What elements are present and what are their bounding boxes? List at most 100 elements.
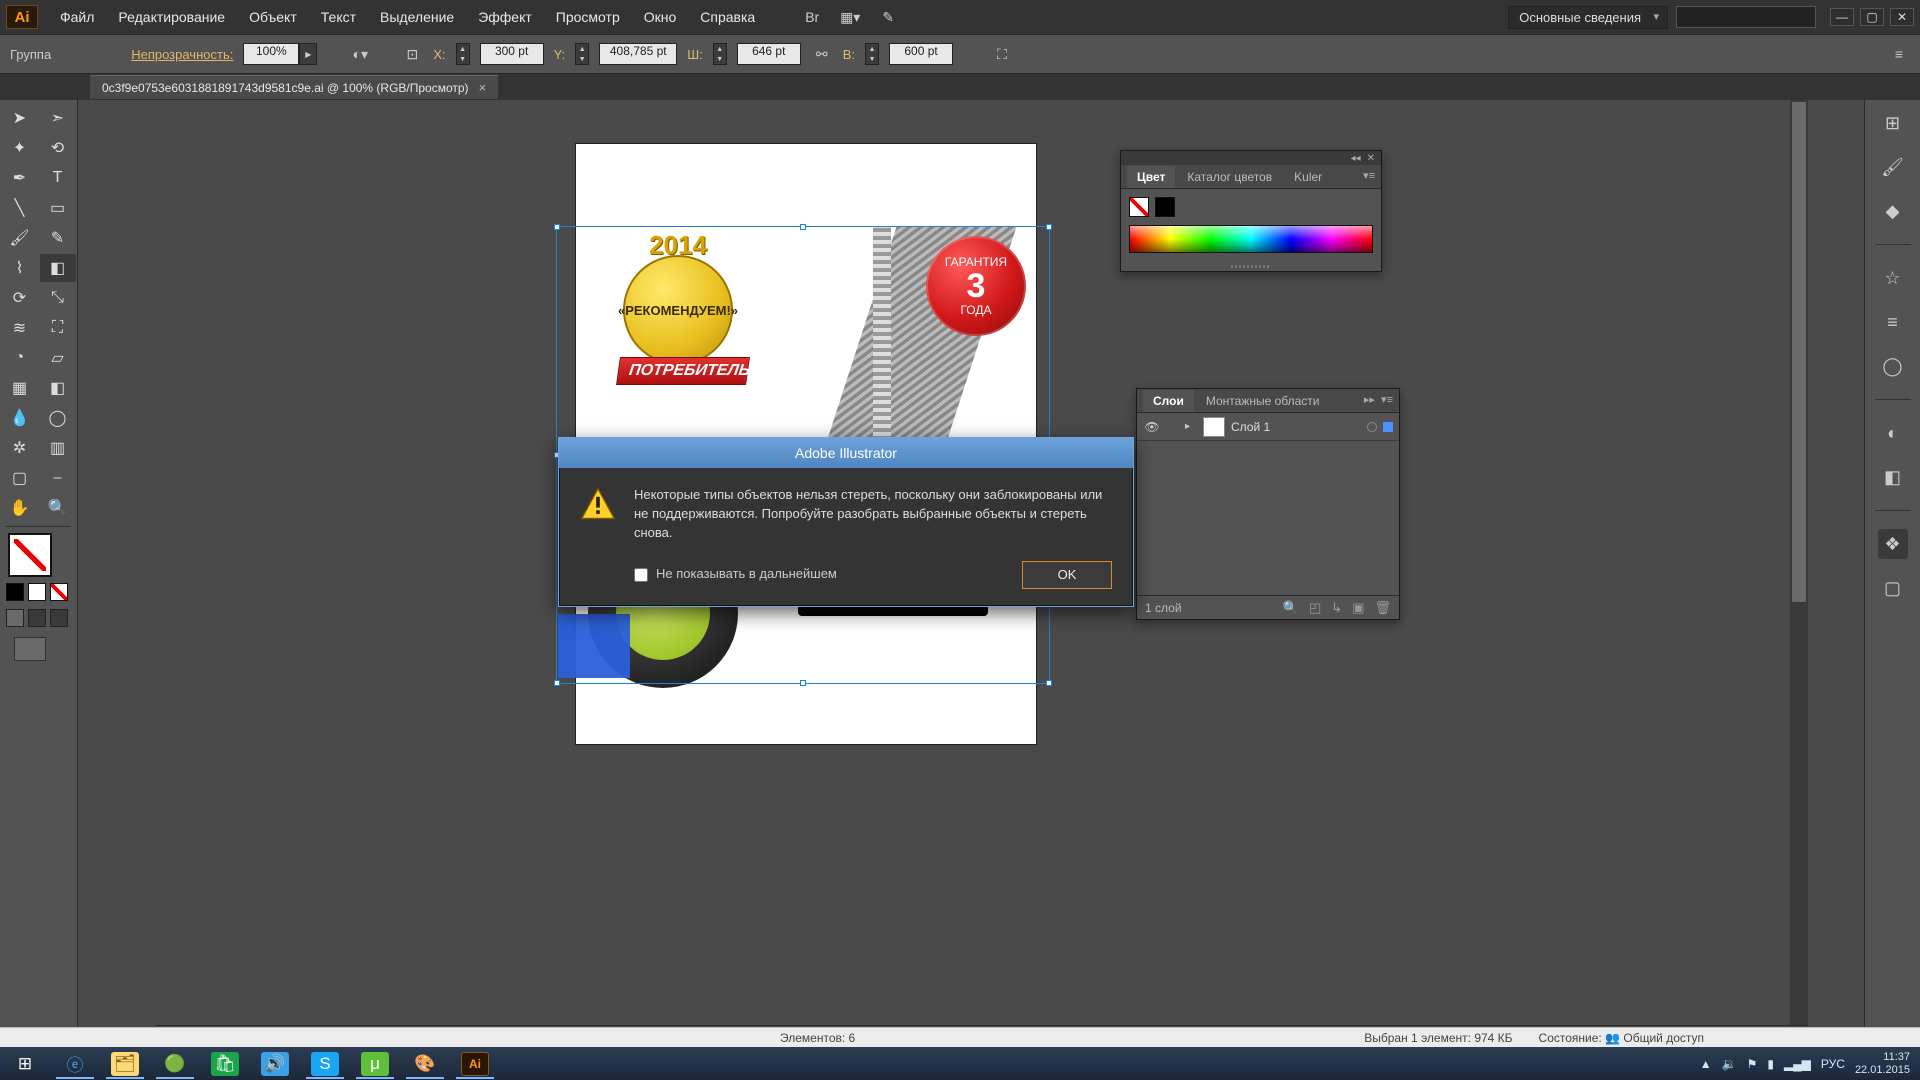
graph-tool-icon[interactable]: ▥ [40, 434, 76, 462]
symbol-sprayer-tool-icon[interactable]: ✲ [2, 434, 38, 462]
color-spectrum[interactable] [1129, 225, 1373, 253]
recolor-icon[interactable]: ◐▾ [349, 43, 371, 65]
rail-layers-icon[interactable]: ❖ [1878, 529, 1908, 559]
perspective-tool-icon[interactable]: ▱ [40, 344, 76, 372]
eyedropper-tool-icon[interactable]: 💧 [2, 404, 38, 432]
pencil-tool-icon[interactable]: ✎ [40, 224, 76, 252]
blend-tool-icon[interactable]: ◯ [40, 404, 76, 432]
layer-visibility-icon[interactable]: 👁 [1143, 420, 1161, 434]
lasso-tool-icon[interactable]: ⟲ [40, 134, 76, 162]
tray-up-icon[interactable]: ▲ [1700, 1057, 1712, 1071]
rail-transparency-icon[interactable]: ◐ [1878, 418, 1908, 448]
layers-panel-menu-icon[interactable]: ▾≡ [1381, 394, 1393, 406]
isolate-icon[interactable]: ⛶ [991, 43, 1013, 65]
taskbar-sound-icon[interactable]: 🔊 [250, 1047, 300, 1080]
vertical-scrollbar[interactable] [1790, 100, 1808, 1025]
blob-brush-tool-icon[interactable]: ⌇ [2, 254, 38, 282]
menu-select[interactable]: Выделение [368, 0, 466, 34]
mesh-tool-icon[interactable]: ▦ [2, 374, 38, 402]
dont-show-checkbox[interactable]: Не показывать в дальнейшем [634, 565, 837, 584]
panel-menu-icon[interactable]: ▾≡ [1363, 169, 1375, 182]
draw-inside-icon[interactable] [50, 609, 68, 627]
width-tool-icon[interactable]: ≋ [2, 314, 38, 342]
tray-network-icon[interactable]: ▂▄▆ [1784, 1057, 1811, 1071]
taskbar-chrome-icon[interactable]: 🟢 [150, 1047, 200, 1080]
taskbar-explorer-icon[interactable]: 🗂 [100, 1047, 150, 1080]
controlbar-menu-icon[interactable]: ≡ [1888, 43, 1910, 65]
h-stepper[interactable]: ▲▼ [865, 43, 879, 65]
tray-clock[interactable]: 11:37 22.01.2015 [1855, 1051, 1910, 1075]
direct-selection-tool-icon[interactable]: ➣ [40, 104, 76, 132]
fill-stroke-swatch[interactable] [0, 533, 77, 577]
document-tab-close-icon[interactable]: × [479, 80, 487, 95]
stroke-swatch-icon[interactable] [1155, 197, 1175, 217]
x-stepper[interactable]: ▲▼ [456, 43, 470, 65]
panel-collapse-icon[interactable]: ◂◂ [1351, 153, 1361, 164]
help-search-input[interactable] [1676, 6, 1816, 28]
taskbar-skype-icon[interactable]: S [300, 1047, 350, 1080]
menu-object[interactable]: Объект [237, 0, 309, 34]
x-input[interactable]: 300 pt [480, 43, 544, 65]
tray-battery-icon[interactable]: ▮ [1767, 1057, 1774, 1071]
h-input[interactable]: 600 pt [889, 43, 953, 65]
free-transform-tool-icon[interactable]: ⛶ [40, 314, 76, 342]
menu-effect[interactable]: Эффект [466, 0, 544, 34]
tab-layers[interactable]: Слои [1143, 390, 1194, 412]
dont-show-checkbox-input[interactable] [634, 568, 648, 582]
gradient-tool-icon[interactable]: ◧ [40, 374, 76, 402]
pen-tool-icon[interactable]: ✒ [2, 164, 38, 192]
opacity-label[interactable]: Непрозрачность: [131, 47, 233, 62]
slice-tool-icon[interactable]: ⎯ [40, 464, 76, 492]
zoom-tool-icon[interactable]: 🔍 [40, 494, 76, 522]
selection-tool-icon[interactable]: ➤ [2, 104, 38, 132]
draw-normal-icon[interactable] [6, 609, 24, 627]
document-tab[interactable]: 0c3f9e0753e6031881891743d9581c9e.ai @ 10… [90, 75, 498, 99]
rail-swatches-icon[interactable]: ◆ [1878, 196, 1908, 226]
layer-row[interactable]: 👁 ▸ Слой 1 [1137, 413, 1399, 441]
make-clipping-mask-icon[interactable]: ◰ [1309, 600, 1321, 616]
start-button[interactable]: ⊞ [0, 1047, 50, 1080]
new-layer-icon[interactable]: ▣ [1352, 600, 1364, 616]
rail-stroke-icon[interactable]: ≡ [1878, 307, 1908, 337]
shape-builder-tool-icon[interactable]: ◔ [2, 344, 38, 372]
delete-layer-icon[interactable]: 🗑 [1374, 600, 1391, 616]
maximize-button[interactable]: ▢ [1860, 8, 1884, 26]
color-panel[interactable]: ◂◂✕ Цвет Каталог цветов Kuler ▾≡ [1120, 150, 1382, 272]
rail-libraries-icon[interactable]: ⊞ [1878, 108, 1908, 138]
magic-wand-tool-icon[interactable]: ✦ [2, 134, 38, 162]
panel-resize-grip[interactable] [1121, 261, 1381, 271]
tab-artboards[interactable]: Монтажные области [1196, 390, 1330, 412]
taskbar-illustrator-icon[interactable]: Ai [450, 1047, 500, 1080]
rectangle-tool-icon[interactable]: ▭ [40, 194, 76, 222]
menu-help[interactable]: Справка [688, 0, 767, 34]
opacity-dropdown-icon[interactable]: ▶ [299, 43, 317, 65]
bridge-icon[interactable]: Br [797, 5, 827, 29]
menu-type[interactable]: Текст [309, 0, 368, 34]
scale-tool-icon[interactable]: ⤡ [40, 284, 76, 312]
tab-color[interactable]: Цвет [1127, 166, 1175, 188]
tab-kuler[interactable]: Kuler [1284, 166, 1332, 188]
tray-language-label[interactable]: РУС [1821, 1057, 1845, 1071]
color-mode-icon[interactable] [6, 583, 24, 601]
feather-icon[interactable]: ✎ [873, 5, 903, 29]
rotate-tool-icon[interactable]: ⟳ [2, 284, 38, 312]
close-button[interactable]: ✕ [1890, 8, 1914, 26]
layer-name[interactable]: Слой 1 [1231, 420, 1361, 434]
rail-color-icon[interactable]: ◯ [1878, 351, 1908, 381]
panel-close-icon[interactable]: ✕ [1367, 153, 1375, 164]
layers-panel[interactable]: Слои Монтажные области ▸▸ ▾≡ 👁 ▸ Слой 1 … [1136, 388, 1400, 620]
taskbar-paint-icon[interactable]: 🎨 [400, 1047, 450, 1080]
w-stepper[interactable]: ▲▼ [713, 43, 727, 65]
rail-gradient-icon[interactable]: ◧ [1878, 462, 1908, 492]
ok-button[interactable]: OK [1022, 561, 1112, 589]
menu-window[interactable]: Окно [632, 0, 689, 34]
arrange-documents-icon[interactable]: ▦▾ [835, 5, 865, 29]
paintbrush-tool-icon[interactable]: 🖌 [2, 224, 38, 252]
minimize-button[interactable]: — [1830, 8, 1854, 26]
eraser-tool-icon[interactable]: ◧ [40, 254, 76, 282]
locate-object-icon[interactable]: 🔍 [1283, 600, 1299, 616]
workspace-switcher[interactable]: Основные сведения [1508, 6, 1668, 29]
hand-tool-icon[interactable]: ✋ [2, 494, 38, 522]
artboard-tool-icon[interactable]: ▢ [2, 464, 38, 492]
menu-file[interactable]: Файл [48, 0, 106, 34]
